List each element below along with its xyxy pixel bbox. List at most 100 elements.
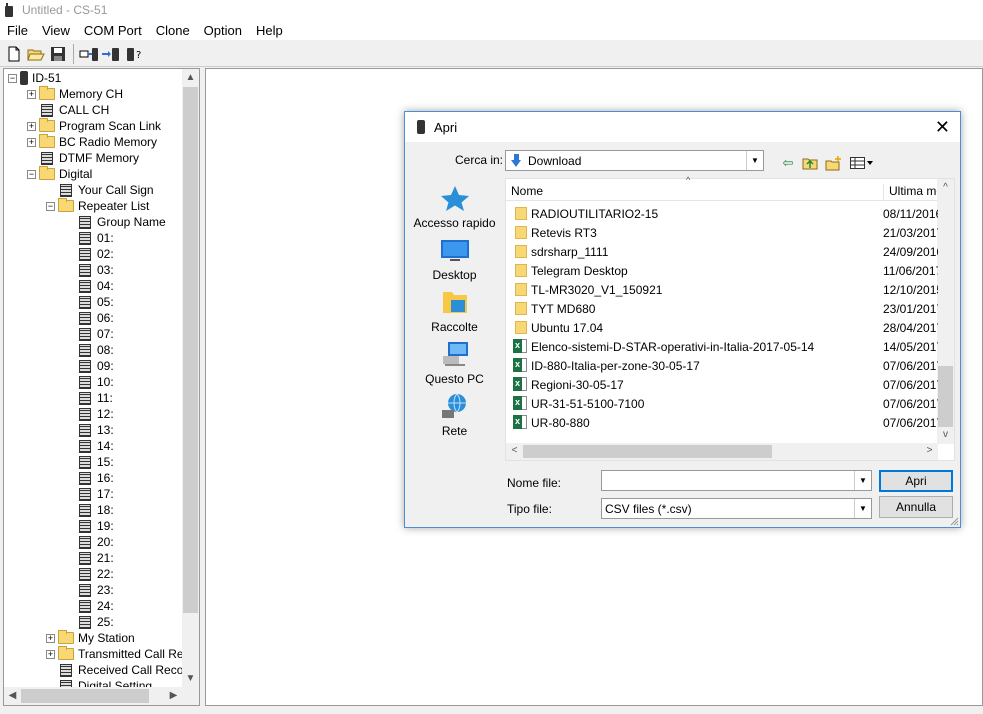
- menu-option[interactable]: Option: [197, 23, 249, 38]
- column-name-header[interactable]: Nome: [511, 184, 543, 198]
- tree-item[interactable]: DTMF Memory: [27, 150, 139, 166]
- tree-item[interactable]: 09:: [65, 358, 114, 374]
- tree-vertical-scrollbar[interactable]: ▲ ▼: [182, 69, 199, 687]
- scroll-left-icon[interactable]: <: [506, 445, 523, 456]
- file-row[interactable]: UR-31-51-5100-7100 07/06/2017: [506, 394, 938, 413]
- up-folder-button[interactable]: [801, 154, 819, 172]
- chevron-down-icon[interactable]: ▼: [746, 151, 763, 170]
- tree-item[interactable]: 14:: [65, 438, 114, 454]
- place-this-pc[interactable]: Questo PC: [411, 340, 498, 386]
- expand-toggle[interactable]: +: [27, 89, 36, 99]
- expand-toggle[interactable]: +: [46, 633, 55, 643]
- tree-item[interactable]: − Repeater List: [46, 198, 149, 214]
- tree-item[interactable]: 16:: [65, 470, 114, 486]
- filename-combobox[interactable]: ▼: [601, 470, 872, 491]
- new-folder-button[interactable]: [824, 154, 842, 172]
- expand-toggle[interactable]: +: [27, 121, 36, 131]
- tree-item[interactable]: 17:: [65, 486, 114, 502]
- tree-item[interactable]: 03:: [65, 262, 114, 278]
- scroll-thumb[interactable]: [183, 87, 198, 613]
- tree-horizontal-scrollbar[interactable]: ◀ ▶: [4, 687, 182, 705]
- scroll-thumb[interactable]: [523, 445, 772, 458]
- tree-item[interactable]: 02:: [65, 246, 114, 262]
- scroll-left-icon[interactable]: ◀: [4, 690, 21, 701]
- collapse-toggle[interactable]: −: [27, 169, 36, 179]
- column-date-header[interactable]: Ultima modifica: [883, 184, 944, 200]
- tree-item[interactable]: 01:: [65, 230, 114, 246]
- view-menu-button[interactable]: [849, 154, 875, 172]
- tree-item[interactable]: 18:: [65, 502, 114, 518]
- tree-item[interactable]: 20:: [65, 534, 114, 550]
- read-from-radio-button[interactable]: [78, 43, 100, 65]
- file-row[interactable]: ID-880-Italia-per-zone-30-05-17 07/06/201…: [506, 356, 938, 375]
- tree-item[interactable]: + Memory CH: [27, 86, 123, 102]
- back-arrow-icon[interactable]: ⇦: [779, 154, 797, 172]
- tree-item[interactable]: 19:: [65, 518, 114, 534]
- tree-item[interactable]: + Program Scan Link: [27, 118, 161, 134]
- tree-item[interactable]: 08:: [65, 342, 114, 358]
- expand-toggle[interactable]: +: [27, 137, 36, 147]
- file-list-horizontal-scrollbar[interactable]: < >: [506, 443, 938, 460]
- tree-item[interactable]: 24:: [65, 598, 114, 614]
- save-file-button[interactable]: [47, 43, 69, 65]
- scroll-right-icon[interactable]: ▶: [165, 690, 182, 701]
- tree-item[interactable]: 21:: [65, 550, 114, 566]
- open-file-button[interactable]: [25, 43, 47, 65]
- tree-item[interactable]: Received Call Record: [46, 662, 182, 678]
- tree-item[interactable]: Your Call Sign: [46, 182, 154, 198]
- tree-root[interactable]: − ID-51: [8, 70, 61, 86]
- chevron-down-icon[interactable]: ▼: [854, 471, 871, 490]
- file-row[interactable]: sdrsharp_1111 24/09/2016: [506, 242, 938, 261]
- file-row[interactable]: TL-MR3020_V1_150921 12/10/2015: [506, 280, 938, 299]
- scroll-down-icon[interactable]: ▼: [182, 673, 199, 684]
- tree-item[interactable]: 23:: [65, 582, 114, 598]
- tree-item[interactable]: + My Station: [46, 630, 135, 646]
- menu-help[interactable]: Help: [249, 23, 290, 38]
- tree-item[interactable]: 25:: [65, 614, 114, 630]
- new-file-button[interactable]: [3, 43, 25, 65]
- open-button[interactable]: Apri: [879, 470, 953, 492]
- scroll-up-icon[interactable]: ^: [937, 182, 954, 193]
- look-in-dropdown[interactable]: Download ▼: [505, 150, 764, 171]
- menu-view[interactable]: View: [35, 23, 77, 38]
- place-network[interactable]: Rete: [411, 392, 498, 438]
- file-row[interactable]: Ubuntu 17.04 28/04/2017: [506, 318, 938, 337]
- expand-toggle[interactable]: +: [46, 649, 55, 659]
- tree-item[interactable]: CALL CH: [27, 102, 109, 118]
- tree-item[interactable]: 12:: [65, 406, 114, 422]
- scroll-down-icon[interactable]: v: [937, 429, 954, 440]
- tree-item[interactable]: Group Name: [65, 214, 166, 230]
- tree-item[interactable]: 07:: [65, 326, 114, 342]
- tree-item[interactable]: 10:: [65, 374, 114, 390]
- tree-item[interactable]: Digital Setting: [46, 678, 152, 687]
- scroll-thumb[interactable]: [21, 689, 149, 703]
- file-row[interactable]: Telegram Desktop 11/06/2017: [506, 261, 938, 280]
- place-quick-access[interactable]: Accesso rapido: [411, 184, 498, 230]
- tree-item[interactable]: 05:: [65, 294, 114, 310]
- menu-clone[interactable]: Clone: [149, 23, 197, 38]
- file-row[interactable]: Retevis RT3 21/03/2017: [506, 223, 938, 242]
- tree-item[interactable]: 13:: [65, 422, 114, 438]
- close-icon[interactable]: ✕: [935, 118, 950, 136]
- collapse-toggle[interactable]: −: [8, 73, 17, 83]
- write-to-radio-button[interactable]: [100, 43, 122, 65]
- scroll-thumb[interactable]: [938, 366, 953, 427]
- file-row[interactable]: RADIOUTILITARIO2-15 08/11/2016: [506, 204, 938, 223]
- tree-item[interactable]: − Digital: [27, 166, 92, 182]
- place-desktop[interactable]: Desktop: [411, 236, 498, 282]
- tree-item[interactable]: 11:: [65, 390, 113, 406]
- resize-grip-icon[interactable]: [949, 516, 959, 526]
- tree-item[interactable]: 04:: [65, 278, 114, 294]
- radio-info-button[interactable]: ?: [122, 43, 144, 65]
- scroll-up-icon[interactable]: ▲: [182, 72, 199, 83]
- tree-item[interactable]: 06:: [65, 310, 114, 326]
- menu-file[interactable]: File: [0, 23, 35, 38]
- file-list-vertical-scrollbar[interactable]: ^ v: [937, 179, 954, 444]
- tree-item[interactable]: 15:: [65, 454, 114, 470]
- tree-item[interactable]: + BC Radio Memory: [27, 134, 157, 150]
- tree-item[interactable]: 22:: [65, 566, 114, 582]
- file-row[interactable]: TYT MD680 23/01/2017: [506, 299, 938, 318]
- file-row[interactable]: UR-80-880 07/06/2017: [506, 413, 938, 432]
- cancel-button[interactable]: Annulla: [879, 496, 953, 518]
- collapse-toggle[interactable]: −: [46, 201, 55, 211]
